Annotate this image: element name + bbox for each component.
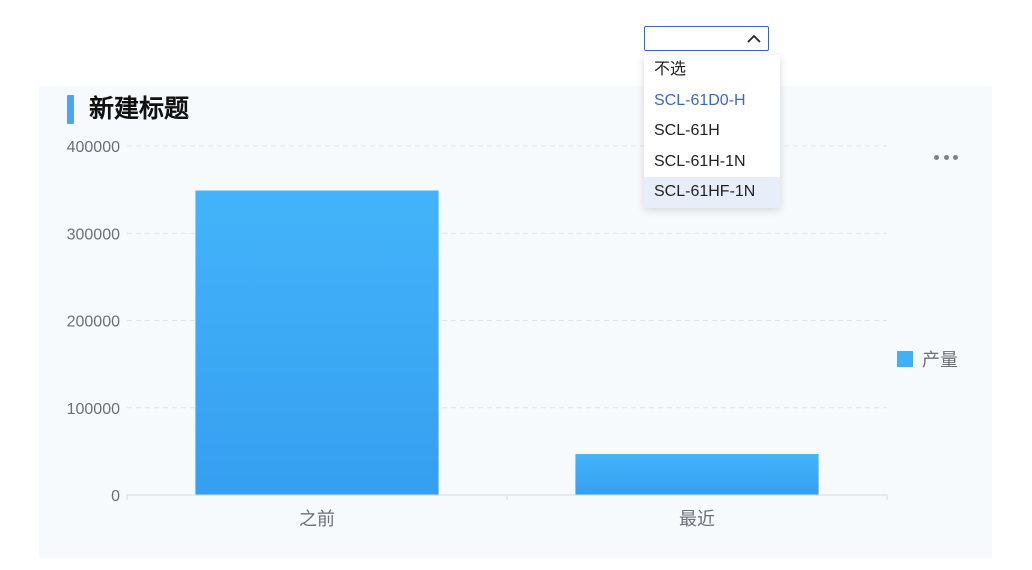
bar-chart: 400000 300000 200000 100000 0 之前 最近 (67, 139, 888, 529)
y-tick-label: 200000 (67, 314, 120, 331)
legend[interactable]: 产量 (897, 346, 958, 372)
bar[interactable] (195, 190, 439, 495)
y-tick-label: 100000 (67, 401, 120, 418)
x-tick-label: 最近 (679, 509, 715, 529)
select-option[interactable]: SCL-61D0-H (644, 86, 780, 117)
bar[interactable] (575, 453, 819, 495)
x-axis: 之前 最近 (126, 494, 888, 529)
select-option[interactable]: 不选 (644, 55, 780, 86)
bars (195, 190, 819, 495)
select-option[interactable]: SCL-61HF-1N (644, 177, 780, 208)
x-tick-label: 之前 (299, 509, 335, 529)
chevron-up-icon (747, 34, 761, 43)
select-option[interactable]: SCL-61H-1N (644, 147, 780, 178)
y-axis-ticks: 400000 300000 200000 100000 0 (67, 139, 120, 505)
select-dropdown: 不选 SCL-61D0-H SCL-61H SCL-61H-1N SCL-61HF-1N (644, 55, 780, 208)
legend-label: 产量 (922, 350, 958, 370)
page: 新建标题 400000 300000 200000 100000 0 之前 最近 产量 不… (0, 0, 1032, 570)
y-tick-label: 300000 (67, 226, 120, 243)
y-tick-label: 0 (111, 488, 120, 505)
legend-swatch (897, 351, 913, 367)
y-tick-label: 400000 (67, 139, 120, 156)
select-option[interactable]: SCL-61H (644, 116, 780, 147)
series-select[interactable] (644, 26, 769, 51)
